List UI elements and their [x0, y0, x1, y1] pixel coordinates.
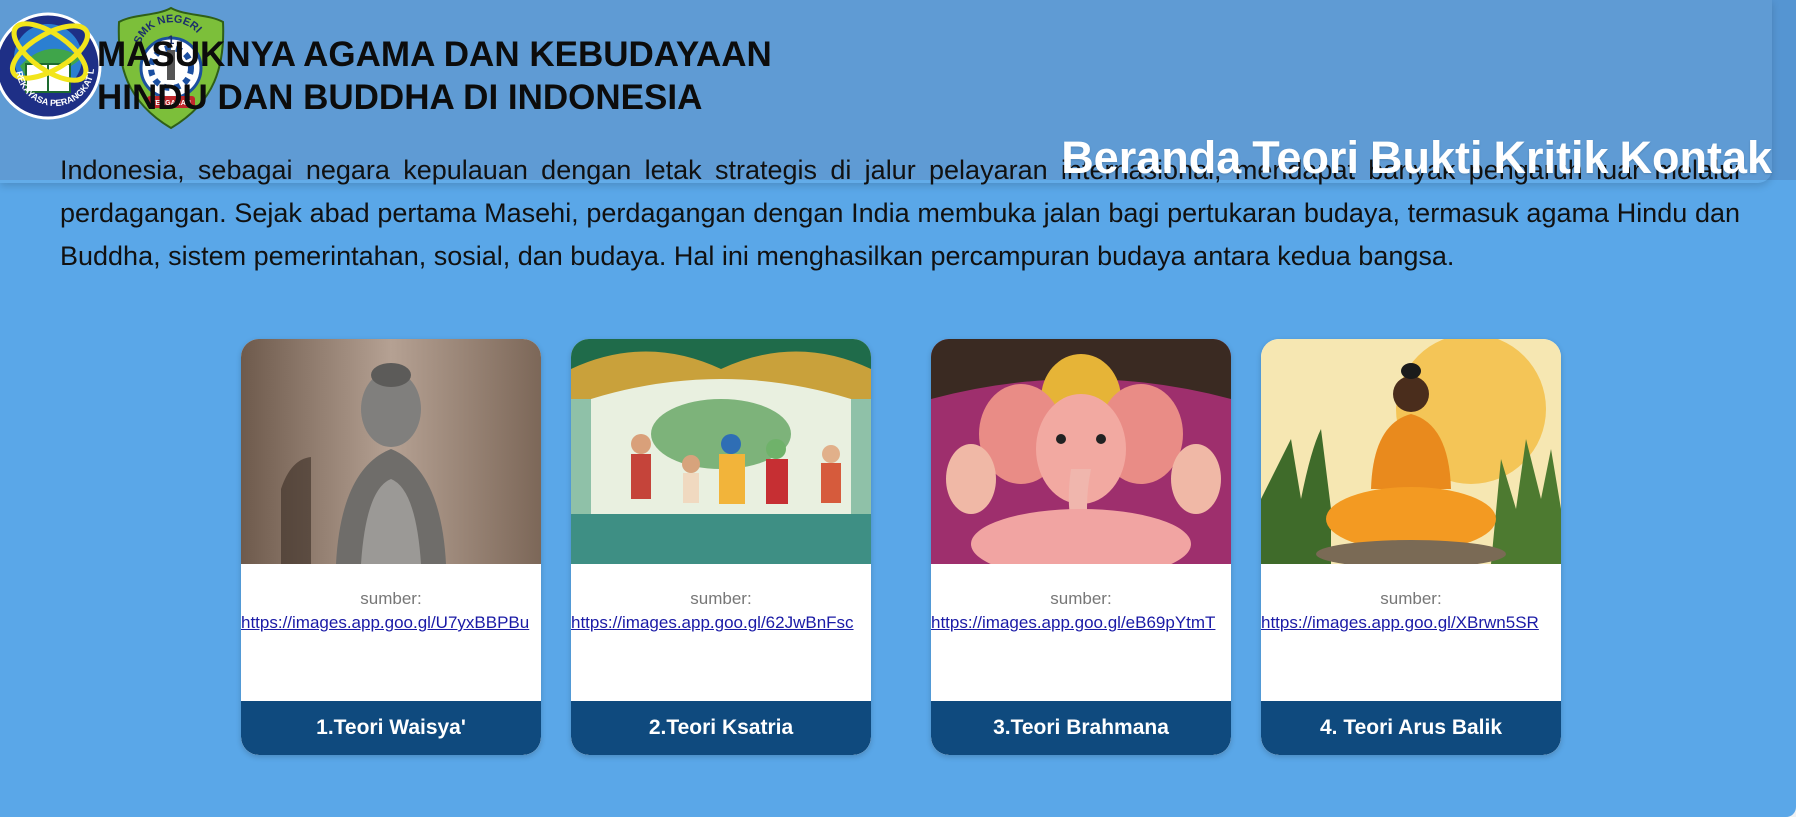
source-label: sumber:	[1050, 589, 1112, 608]
teori-brahmana-button[interactable]: 3.Teori Brahmana	[931, 701, 1231, 755]
temple-relief-image	[571, 339, 871, 564]
ganesha-image	[931, 339, 1231, 564]
theory-card-arus-balik: sumber: https://images.app.goo.gl/XBrwn5…	[1261, 339, 1561, 755]
teori-ksatria-button[interactable]: 2.Teori Ksatria	[571, 701, 871, 755]
nav-kritik[interactable]: Kritik	[1493, 132, 1608, 184]
nav-kontak[interactable]: Kontak	[1619, 132, 1772, 184]
buddha-statue-image	[241, 339, 541, 564]
page-title-line2: HINDU DAN BUDDHA DI INDONESIA	[97, 78, 703, 117]
source-link[interactable]: https://images.app.goo.gl/U7yxBBPBu	[241, 613, 541, 633]
source-link[interactable]: https://images.app.goo.gl/62JwBnFsc	[571, 613, 871, 633]
nav-beranda[interactable]: Beranda	[1061, 132, 1241, 184]
source-link[interactable]: https://images.app.goo.gl/eB69pYtmT	[931, 613, 1231, 633]
source-link[interactable]: https://images.app.goo.gl/XBrwn5SR	[1261, 613, 1561, 633]
theory-card-brahmana: sumber: https://images.app.goo.gl/eB69pY…	[931, 339, 1231, 755]
nav-teori[interactable]: Teori	[1252, 132, 1359, 184]
meditating-buddha-image	[1261, 339, 1561, 564]
teori-arus-balik-button[interactable]: 4. Teori Arus Balik	[1261, 701, 1561, 755]
source-label: sumber:	[690, 589, 752, 608]
source-label: sumber:	[1380, 589, 1442, 608]
page: REKAYASA PERANGKAT LUNAK SMK NEGERI 1 TE…	[0, 0, 1796, 817]
main-nav: Beranda Teori Bukti Kritik Kontak	[1061, 132, 1772, 184]
theory-card-waisya: sumber: https://images.app.goo.gl/U7yxBB…	[241, 339, 541, 755]
rpl-logo: REKAYASA PERANGKAT LUNAK	[0, 6, 102, 120]
page-title-line1: MASUKNYA AGAMA DAN KEBUDAYAAN	[97, 35, 772, 74]
source-label: sumber:	[360, 589, 422, 608]
page-title: MASUKNYA AGAMA DAN KEBUDAYAAN HINDU DAN …	[97, 33, 772, 119]
teori-waisya-button[interactable]: 1.Teori Waisya'	[241, 701, 541, 755]
theory-card-ksatria: sumber: https://images.app.goo.gl/62JwBn…	[571, 339, 871, 755]
nav-bukti[interactable]: Bukti	[1370, 132, 1483, 184]
